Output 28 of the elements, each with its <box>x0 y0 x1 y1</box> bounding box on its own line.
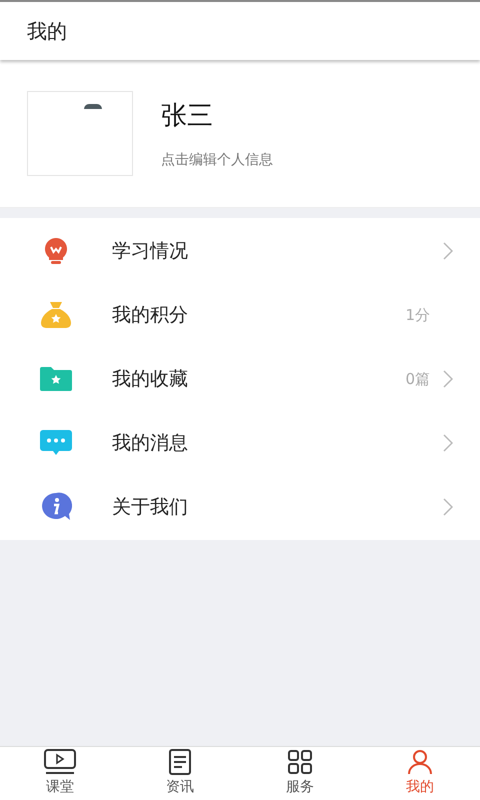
menu-item[interactable]: 关于我们 <box>0 475 480 539</box>
menu-label: 关于我们 <box>112 494 189 520</box>
video-screen-icon <box>44 749 76 775</box>
edit-profile-hint: 点击编辑个人信息 <box>161 150 273 170</box>
grid-icon <box>287 749 313 775</box>
menu-item[interactable]: 学习情况 <box>0 219 480 283</box>
info-icon <box>40 492 72 522</box>
menu-label: 学习情况 <box>112 238 189 264</box>
menu-item[interactable]: 我的收藏 0篇 <box>0 347 480 411</box>
menu-label: 我的收藏 <box>112 366 189 392</box>
folder-star-icon <box>40 366 72 392</box>
menu-label: 我的消息 <box>112 430 189 456</box>
menu-value: 0篇 <box>405 368 430 390</box>
menu-label: 我的积分 <box>112 302 189 328</box>
page-title: 我的 <box>27 18 67 45</box>
nav-tab[interactable]: 我的 <box>360 747 480 800</box>
person-icon <box>407 749 433 775</box>
nav-tab[interactable]: 服务 <box>240 747 360 800</box>
menu-value: 1分 <box>405 304 430 326</box>
menu-item[interactable]: 我的消息 <box>0 411 480 475</box>
nav-tab[interactable]: 资讯 <box>120 747 240 800</box>
money-bag-icon <box>40 301 72 329</box>
menu-item[interactable]: 我的积分 1分 <box>0 283 480 347</box>
chat-bubble-icon <box>40 430 72 456</box>
profile-card[interactable]: 张三 点击编辑个人信息 <box>0 60 480 208</box>
nav-tab[interactable]: 课堂 <box>0 747 120 800</box>
document-icon <box>167 749 193 775</box>
user-name: 张三 <box>161 100 214 132</box>
